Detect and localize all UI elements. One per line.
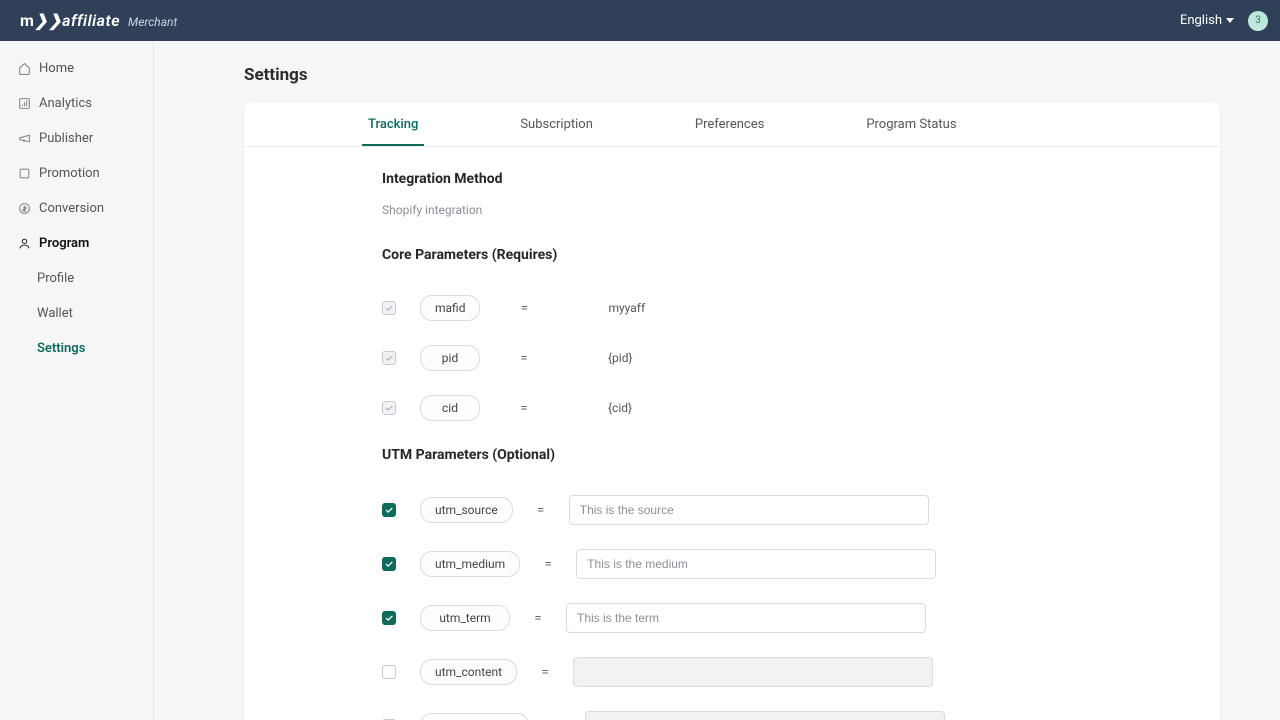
param-key: pid [420,345,480,371]
dollar-icon [18,202,31,215]
sidebar-item-home[interactable]: Home [0,51,153,86]
utm-param-row: utm_term = [382,603,1180,633]
utm-source-input[interactable] [569,495,929,525]
checkbox-utm-content[interactable] [382,665,396,679]
param-key: mafid [420,295,480,321]
sidebar-subitem-settings[interactable]: Settings [0,331,153,366]
equals-sign: = [480,401,568,416]
equals-sign: = [480,301,568,316]
param-key: utm_medium [420,551,520,577]
sidebar-item-label: Promotion [39,166,100,181]
utm-param-row: utm_campaign = [382,711,1180,720]
page-title: Settings [244,65,1220,85]
checkbox-utm-source[interactable] [382,503,396,517]
core-param-row: cid = {cid} [382,395,1180,421]
language-selector[interactable]: English [1180,13,1234,28]
brand-logo: m❯❯affiliate [20,11,120,30]
analytics-icon [18,97,31,110]
sidebar-item-analytics[interactable]: Analytics [0,86,153,121]
home-icon [18,62,31,75]
checkbox-utm-term[interactable] [382,611,396,625]
sidebar-item-label: Program [39,236,89,251]
settings-card: Tracking Subscription Preferences Progra… [244,103,1220,720]
topbar: m❯❯affiliate Merchant English 3 [0,0,1280,41]
core-param-row: pid = {pid} [382,345,1180,371]
equals-sign: = [520,557,576,572]
avatar[interactable]: 3 [1248,11,1268,31]
integration-value: Shopify integration [382,203,1180,217]
equals-sign: = [513,503,569,518]
param-key: utm_content [420,659,517,685]
param-key: utm_campaign [420,713,529,720]
utm-medium-input[interactable] [576,549,936,579]
param-key: utm_term [420,605,510,631]
equals-sign: = [510,611,566,626]
utm-heading: UTM Parameters (Optional) [382,447,1180,463]
core-heading: Core Parameters (Requires) [382,247,1180,263]
utm-param-row: utm_medium = [382,549,1180,579]
sidebar-item-label: Wallet [37,306,73,321]
utm-param-row: utm_content = [382,657,1180,687]
sidebar-subitem-profile[interactable]: Profile [0,261,153,296]
checkbox-pid [382,351,396,365]
sidebar-item-label: Publisher [39,131,93,146]
sidebar-item-conversion[interactable]: Conversion [0,191,153,226]
brand: m❯❯affiliate Merchant [20,11,177,30]
tabs: Tracking Subscription Preferences Progra… [244,103,1220,147]
tab-tracking[interactable]: Tracking [362,103,424,146]
utm-campaign-input[interactable] [585,711,945,720]
checkbox-cid [382,401,396,415]
language-label: English [1180,13,1222,28]
checkbox-mafid [382,301,396,315]
user-icon [18,237,31,250]
utm-param-row: utm_source = [382,495,1180,525]
tab-subscription[interactable]: Subscription [514,103,599,146]
param-value: {pid} [568,351,868,365]
brand-subtitle: Merchant [128,15,177,29]
checkbox-utm-medium[interactable] [382,557,396,571]
sidebar-item-label: Profile [37,271,74,286]
equals-sign: = [517,665,573,680]
megaphone-icon [18,132,31,145]
sidebar-item-label: Analytics [39,96,92,111]
param-key: cid [420,395,480,421]
sidebar: Home Analytics Publisher Promotion Conve… [0,41,154,720]
tag-icon [18,167,31,180]
param-value: myyaff [568,301,868,315]
sidebar-item-publisher[interactable]: Publisher [0,121,153,156]
utm-content-input[interactable] [573,657,933,687]
sidebar-item-label: Home [39,61,74,76]
integration-heading: Integration Method [382,171,1180,187]
sidebar-item-label: Settings [37,341,85,356]
param-key: utm_source [420,497,513,523]
param-value: {cid} [568,401,868,415]
main-content: Settings Tracking Subscription Preferenc… [154,41,1280,720]
equals-sign: = [480,351,568,366]
sidebar-subitem-wallet[interactable]: Wallet [0,296,153,331]
core-param-row: mafid = myyaff [382,295,1180,321]
sidebar-item-program[interactable]: Program [0,226,153,261]
utm-term-input[interactable] [566,603,926,633]
sidebar-item-label: Conversion [39,201,104,216]
tab-program-status[interactable]: Program Status [860,103,962,146]
chevron-down-icon [1226,18,1234,23]
tab-preferences[interactable]: Preferences [689,103,770,146]
sidebar-item-promotion[interactable]: Promotion [0,156,153,191]
